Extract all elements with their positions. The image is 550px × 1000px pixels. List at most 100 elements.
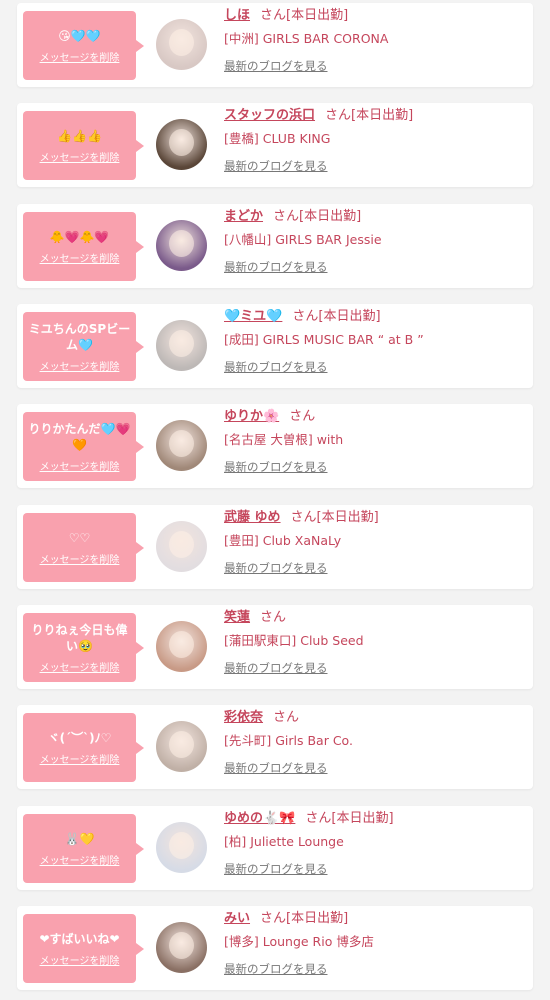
cast-name-link[interactable]: スタッフの浜口 bbox=[224, 108, 315, 123]
message-text: 🐰💛 bbox=[64, 831, 95, 846]
name-line: 🩵ミユ🩵 さん[本日出勤] bbox=[224, 308, 524, 326]
delete-message-link[interactable]: メッセージを削除 bbox=[40, 852, 120, 867]
message-card: ♡♡ メッセージを削除 武藤 ゆめ さん[本日出勤] [豊田] Club XaNaLy 最… bbox=[17, 505, 533, 589]
avatar-face bbox=[169, 29, 194, 56]
honorific-status: さん bbox=[289, 409, 316, 424]
message-text: 🐥💗🐥💗 bbox=[49, 229, 110, 244]
delete-message-link[interactable]: メッセージを削除 bbox=[40, 952, 120, 967]
shop-name: [柏] Juliette Lounge bbox=[224, 834, 344, 849]
honorific-status: さん[本日出勤] bbox=[325, 108, 414, 123]
name-line: 笑蓮 さん bbox=[224, 609, 524, 627]
cast-name-link[interactable]: 🩵ミユ🩵 bbox=[224, 309, 282, 324]
latest-blog-link[interactable]: 最新のブログを見る bbox=[224, 961, 328, 977]
cast-name-link[interactable]: ゆりか🌸 bbox=[224, 409, 279, 424]
delete-message-link[interactable]: メッセージを削除 bbox=[40, 551, 120, 566]
message-card: ミユちんのSPビーム🩵 メッセージを削除 🩵ミユ🩵 さん[本日出勤] [成田] GIRL… bbox=[17, 304, 533, 388]
name-line: ゆめの🐇🎀 さん[本日出勤] bbox=[224, 810, 524, 828]
avatar[interactable] bbox=[156, 320, 207, 371]
avatar[interactable] bbox=[156, 822, 207, 873]
cast-info: ゆりか🌸 さん [名古屋 大曽根] with 最新のブログを見る bbox=[224, 408, 524, 475]
shop-name: [名古屋 大曽根] with bbox=[224, 432, 344, 447]
message-bubble: ヾ(´︶`)ﾉ♡ メッセージを削除 bbox=[23, 713, 144, 782]
message-text: ♡♡ bbox=[68, 530, 91, 545]
avatar[interactable] bbox=[156, 19, 207, 70]
shop-name: [豊田] Club XaNaLy bbox=[224, 533, 342, 548]
avatar-face bbox=[169, 631, 194, 658]
latest-blog-link[interactable]: 最新のブログを見る bbox=[224, 861, 328, 877]
delete-message-link[interactable]: メッセージを削除 bbox=[40, 358, 120, 373]
honorific-status: さん bbox=[260, 610, 287, 625]
delete-message-link[interactable]: メッセージを削除 bbox=[40, 49, 120, 64]
shop-name: [成田] GIRLS MUSIC BAR “ at B ” bbox=[224, 332, 424, 347]
message-bubble: りりねぇ今日も偉い🥹 メッセージを削除 bbox=[23, 613, 144, 682]
message-bubble: りりかたんだ🩵💗🧡 メッセージを削除 bbox=[23, 412, 144, 481]
latest-blog-link[interactable]: 最新のブログを見る bbox=[224, 560, 328, 576]
message-card: 👍👍👍 メッセージを削除 スタッフの浜口 さん[本日出勤] [豊橋] CLUB KING… bbox=[17, 103, 533, 187]
shop-name: [八幡山] GIRLS BAR Jessie bbox=[224, 232, 382, 247]
cast-info: 笑蓮 さん [蒲田駅東口] Club Seed 最新のブログを見る bbox=[224, 609, 524, 676]
message-bubble: 👍👍👍 メッセージを削除 bbox=[23, 111, 144, 180]
shop-name: [先斗町] Girls Bar Co. bbox=[224, 733, 353, 748]
message-text: ミユちんのSPビーム🩵 bbox=[28, 321, 131, 352]
latest-blog-link[interactable]: 最新のブログを見る bbox=[224, 259, 328, 275]
honorific-status: さん[本日出勤] bbox=[305, 811, 394, 826]
avatar[interactable] bbox=[156, 220, 207, 271]
name-line: みい さん[本日出勤] bbox=[224, 910, 524, 928]
message-card: りりねぇ今日も偉い🥹 メッセージを削除 笑蓮 さん [蒲田駅東口] Club Seed 最… bbox=[17, 605, 533, 689]
avatar-face bbox=[169, 832, 194, 859]
delete-message-link[interactable]: メッセージを削除 bbox=[40, 250, 120, 265]
delete-message-link[interactable]: メッセージを削除 bbox=[40, 458, 120, 473]
cast-name-link[interactable]: ゆめの🐇🎀 bbox=[224, 811, 295, 826]
avatar-face bbox=[169, 230, 194, 257]
honorific-status: さん[本日出勤] bbox=[290, 510, 379, 525]
message-text: ❤すばいいね❤ bbox=[39, 931, 120, 946]
cast-name-link[interactable]: 彩依奈 bbox=[224, 710, 263, 725]
avatar[interactable] bbox=[156, 922, 207, 973]
avatar[interactable] bbox=[156, 119, 207, 170]
cast-info: 彩依奈 さん [先斗町] Girls Bar Co. 最新のブログを見る bbox=[224, 709, 524, 776]
cast-name-link[interactable]: 武藤 ゆめ bbox=[224, 510, 281, 525]
avatar-face bbox=[169, 330, 194, 357]
honorific-status: さん[本日出勤] bbox=[260, 8, 349, 23]
cast-info: 🩵ミユ🩵 さん[本日出勤] [成田] GIRLS MUSIC BAR “ at B … bbox=[224, 308, 524, 375]
message-bubble: ❤すばいいね❤ メッセージを削除 bbox=[23, 914, 144, 983]
name-line: 彩依奈 さん bbox=[224, 709, 524, 727]
delete-message-link[interactable]: メッセージを削除 bbox=[40, 659, 120, 674]
latest-blog-link[interactable]: 最新のブログを見る bbox=[224, 58, 328, 74]
latest-blog-link[interactable]: 最新のブログを見る bbox=[224, 760, 328, 776]
avatar[interactable] bbox=[156, 521, 207, 572]
avatar[interactable] bbox=[156, 721, 207, 772]
cast-name-link[interactable]: まどか bbox=[224, 209, 263, 224]
message-card: 😘🩵🩵 メッセージを削除 しほ さん[本日出勤] [中洲] GIRLS BAR CORO… bbox=[17, 3, 533, 87]
latest-blog-link[interactable]: 最新のブログを見る bbox=[224, 158, 328, 174]
shop-name: [豊橋] CLUB KING bbox=[224, 131, 331, 146]
message-card: りりかたんだ🩵💗🧡 メッセージを削除 ゆりか🌸 さん [名古屋 大曽根] with 最新の… bbox=[17, 404, 533, 488]
avatar[interactable] bbox=[156, 420, 207, 471]
latest-blog-link[interactable]: 最新のブログを見る bbox=[224, 660, 328, 676]
name-line: しほ さん[本日出勤] bbox=[224, 7, 524, 25]
shop-name: [博多] Lounge Rio 博多店 bbox=[224, 934, 374, 949]
latest-blog-link[interactable]: 最新のブログを見る bbox=[224, 359, 328, 375]
cast-name-link[interactable]: みい bbox=[224, 911, 250, 926]
name-line: 武藤 ゆめ さん[本日出勤] bbox=[224, 509, 524, 527]
avatar-face bbox=[169, 731, 194, 758]
message-text: りりかたんだ🩵💗🧡 bbox=[28, 421, 131, 452]
shop-name: [蒲田駅東口] Club Seed bbox=[224, 633, 364, 648]
message-bubble: ミユちんのSPビーム🩵 メッセージを削除 bbox=[23, 312, 144, 381]
cast-info: ゆめの🐇🎀 さん[本日出勤] [柏] Juliette Lounge 最新のブログを見… bbox=[224, 810, 524, 877]
avatar-face bbox=[169, 129, 194, 156]
avatar-face bbox=[169, 531, 194, 558]
message-list: 😘🩵🩵 メッセージを削除 しほ さん[本日出勤] [中洲] GIRLS BAR CORO… bbox=[0, 0, 550, 1000]
delete-message-link[interactable]: メッセージを削除 bbox=[40, 751, 120, 766]
name-line: スタッフの浜口 さん[本日出勤] bbox=[224, 107, 524, 125]
cast-name-link[interactable]: しほ bbox=[224, 8, 250, 23]
delete-message-link[interactable]: メッセージを削除 bbox=[40, 149, 120, 164]
avatar-face bbox=[169, 932, 194, 959]
message-bubble: 😘🩵🩵 メッセージを削除 bbox=[23, 11, 144, 80]
honorific-status: さん[本日出勤] bbox=[260, 911, 349, 926]
cast-name-link[interactable]: 笑蓮 bbox=[224, 610, 250, 625]
cast-info: しほ さん[本日出勤] [中洲] GIRLS BAR CORONA 最新のブログを見る bbox=[224, 7, 524, 74]
honorific-status: さん[本日出勤] bbox=[292, 309, 381, 324]
latest-blog-link[interactable]: 最新のブログを見る bbox=[224, 459, 328, 475]
avatar[interactable] bbox=[156, 621, 207, 672]
